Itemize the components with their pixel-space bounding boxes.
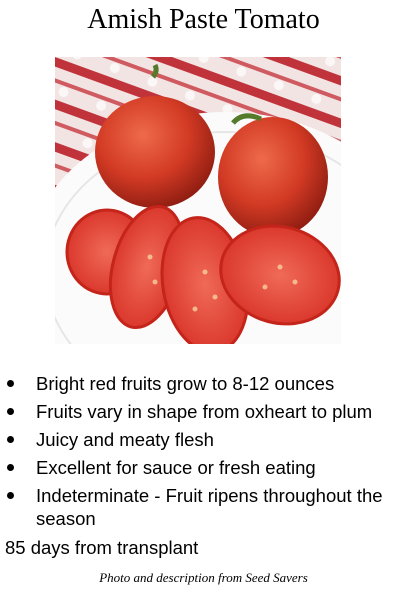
photo-credit: Photo and description from Seed Savers [99,570,308,585]
list-item: Juicy and meaty flesh [0,428,407,451]
days-to-maturity: 85 days from transplant [5,537,199,558]
tomato-photo [55,57,341,344]
list-item: Bright red fruits grow to 8-12 ounces [0,372,407,395]
page-title: Amish Paste Tomato [87,4,320,35]
list-item: Fruits vary in shape from oxheart to plu… [0,400,407,423]
list-item: Excellent for sauce or fresh eating [0,456,407,479]
list-item: Indeterminate - Fruit ripens throughout … [0,484,407,530]
feature-list: Bright red fruits grow to 8-12 ounces Fr… [0,372,407,535]
